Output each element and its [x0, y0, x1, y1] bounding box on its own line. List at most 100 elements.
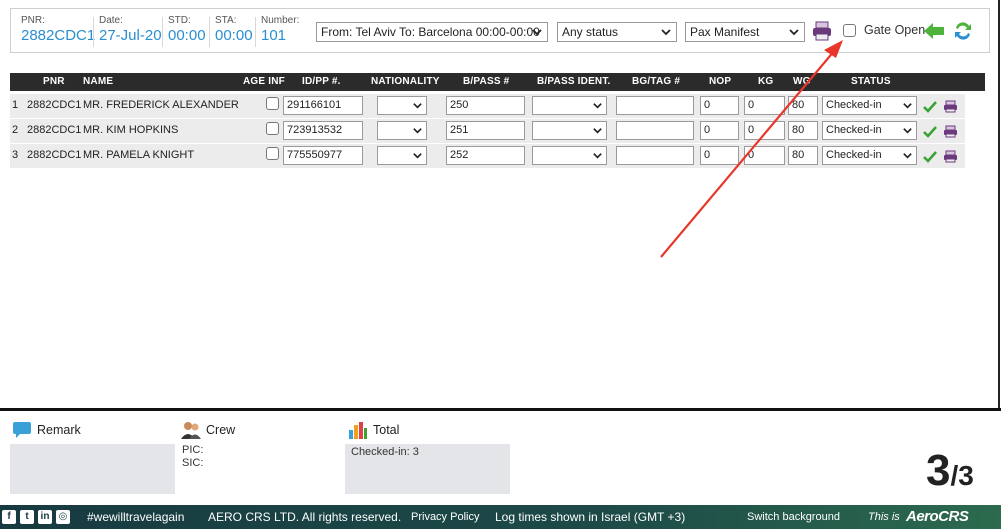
bgtag-input[interactable] — [616, 121, 694, 140]
status-select[interactable]: Checked-in — [822, 96, 917, 115]
refresh-icon[interactable] — [952, 20, 974, 42]
wg-input[interactable]: 80 — [788, 121, 818, 140]
nop-input[interactable]: 0 — [700, 96, 739, 115]
std-field: STD: 00:00 — [168, 15, 206, 44]
bpass-input[interactable]: 252 — [446, 146, 525, 165]
kg-input[interactable]: 0 — [744, 96, 785, 115]
age-inf-checkbox[interactable] — [266, 122, 279, 135]
nationality-select[interactable] — [377, 121, 427, 140]
gate-open-checkbox[interactable] — [843, 23, 856, 37]
col-status: STATUS — [851, 76, 891, 87]
log-times-text: Log times shown in Israel (GMT +3) — [495, 510, 686, 524]
crew-icon — [181, 422, 201, 439]
status-select[interactable]: Checked-in — [822, 121, 917, 140]
twitter-icon[interactable]: t — [20, 510, 34, 524]
footer: f t in ◎ #wewilltravelagain AERO CRS LTD… — [0, 505, 1001, 529]
bpass-input[interactable]: 250 — [446, 96, 525, 115]
col-bpass-ident: B/PASS IDENT. — [537, 76, 611, 87]
bgtag-input[interactable] — [616, 96, 694, 115]
linkedin-icon[interactable]: in — [38, 510, 52, 524]
id-pp-input[interactable]: 775550977 — [283, 146, 363, 165]
row-index: 2 — [12, 124, 19, 136]
row-name: MR. FREDERICK ALEXANDER — [83, 99, 239, 111]
remark-box[interactable] — [10, 444, 175, 494]
switch-background-link[interactable]: Switch background — [747, 511, 840, 523]
status-select[interactable]: Checked-in — [822, 146, 917, 165]
print-icon[interactable] — [943, 125, 958, 138]
facebook-icon[interactable]: f — [2, 510, 16, 524]
col-nop: NOP — [709, 76, 732, 87]
instagram-icon[interactable]: ◎ — [56, 510, 70, 524]
id-pp-input[interactable]: 291166101 — [283, 96, 363, 115]
print-icon[interactable] — [943, 100, 958, 113]
total-title-text: Total — [373, 423, 400, 437]
chevron-down-icon — [593, 103, 602, 109]
date-field: Date: 27-Jul-20 — [99, 15, 162, 44]
std-label: STD: — [168, 15, 191, 26]
gate-open-toggle[interactable]: Gate Open — [843, 23, 925, 37]
print-icon[interactable] — [811, 20, 833, 42]
back-arrow-icon[interactable] — [923, 21, 945, 41]
col-bgtag: BG/TAG # — [632, 76, 681, 87]
date-value: 27-Jul-20 — [99, 27, 162, 44]
check-icon[interactable] — [923, 125, 937, 138]
status-filter-value: Any status — [562, 25, 619, 39]
table-row: 3 2882CDC1 MR. PAMELA KNIGHT 775550977 2… — [10, 144, 965, 168]
this-is-text: This is — [868, 511, 900, 523]
sta-label: STA: — [215, 15, 237, 26]
route-select[interactable]: From: Tel Aviv To: Barcelona 00:00-00:00 — [316, 22, 548, 42]
nop-input[interactable]: 0 — [700, 121, 739, 140]
row-pnr: 2882CDC1 — [27, 99, 82, 111]
remark-title-text: Remark — [37, 423, 81, 437]
bpass-ident-select[interactable] — [532, 146, 607, 165]
counter-total: /3 — [950, 460, 974, 491]
col-pnr: PNR — [43, 76, 65, 87]
chevron-down-icon — [903, 128, 912, 134]
nationality-select[interactable] — [377, 146, 427, 165]
bpass-input[interactable]: 251 — [446, 121, 525, 140]
report-select[interactable]: Pax Manifest — [685, 22, 805, 42]
bpass-ident-select[interactable] — [532, 121, 607, 140]
col-nationality: NATIONALITY — [371, 76, 440, 87]
row-index: 3 — [12, 149, 19, 161]
row-index: 1 — [12, 99, 19, 111]
number-label: Number: — [261, 15, 300, 26]
status-filter-select[interactable]: Any status — [557, 22, 677, 42]
passenger-table-header: PNR NAME AGE INF ID/PP #. NATIONALITY B/… — [10, 73, 985, 91]
route-select-value: From: Tel Aviv To: Barcelona 00:00-00:00 — [321, 25, 540, 39]
print-icon[interactable] — [943, 150, 958, 163]
table-row: 2 2882CDC1 MR. KIM HOPKINS 723913532 251… — [10, 119, 965, 143]
id-pp-input[interactable]: 723913532 — [283, 121, 363, 140]
wg-input[interactable]: 80 — [788, 146, 818, 165]
row-pnr: 2882CDC1 — [27, 124, 82, 136]
col-wg: WG — [793, 76, 811, 87]
chevron-down-icon — [413, 128, 422, 134]
crew-info: PIC: SIC: — [182, 444, 203, 470]
crew-pic: PIC: — [182, 444, 204, 456]
bpass-ident-select[interactable] — [532, 96, 607, 115]
date-label: Date: — [99, 15, 123, 26]
row-name: MR. KIM HOPKINS — [83, 124, 179, 136]
bgtag-input[interactable] — [616, 146, 694, 165]
sta-value: 00:00 — [215, 27, 253, 44]
nop-input[interactable]: 0 — [700, 146, 739, 165]
report-select-value: Pax Manifest — [690, 25, 760, 39]
chevron-down-icon — [661, 29, 671, 36]
check-icon[interactable] — [923, 100, 937, 113]
number-field: Number: 101 — [261, 15, 299, 44]
status-value: Checked-in — [826, 99, 882, 111]
privacy-policy-link[interactable]: Privacy Policy — [411, 511, 479, 523]
flight-header: PNR: 2882CDC1 Date: 27-Jul-20 STD: 00:00… — [10, 8, 990, 53]
number-value: 101 — [261, 27, 287, 44]
age-inf-checkbox[interactable] — [266, 97, 279, 110]
age-inf-checkbox[interactable] — [266, 147, 279, 160]
check-icon[interactable] — [923, 150, 937, 163]
nationality-select[interactable] — [377, 96, 427, 115]
table-row: 1 2882CDC1 MR. FREDERICK ALEXANDER 29116… — [10, 94, 965, 118]
kg-input[interactable]: 0 — [744, 146, 785, 165]
crew-title: Crew — [181, 421, 235, 439]
kg-input[interactable]: 0 — [744, 121, 785, 140]
hashtag-link[interactable]: #wewilltravelagain — [87, 510, 184, 524]
col-id-pp: ID/PP #. — [302, 76, 341, 87]
wg-input[interactable]: 80 — [788, 96, 818, 115]
